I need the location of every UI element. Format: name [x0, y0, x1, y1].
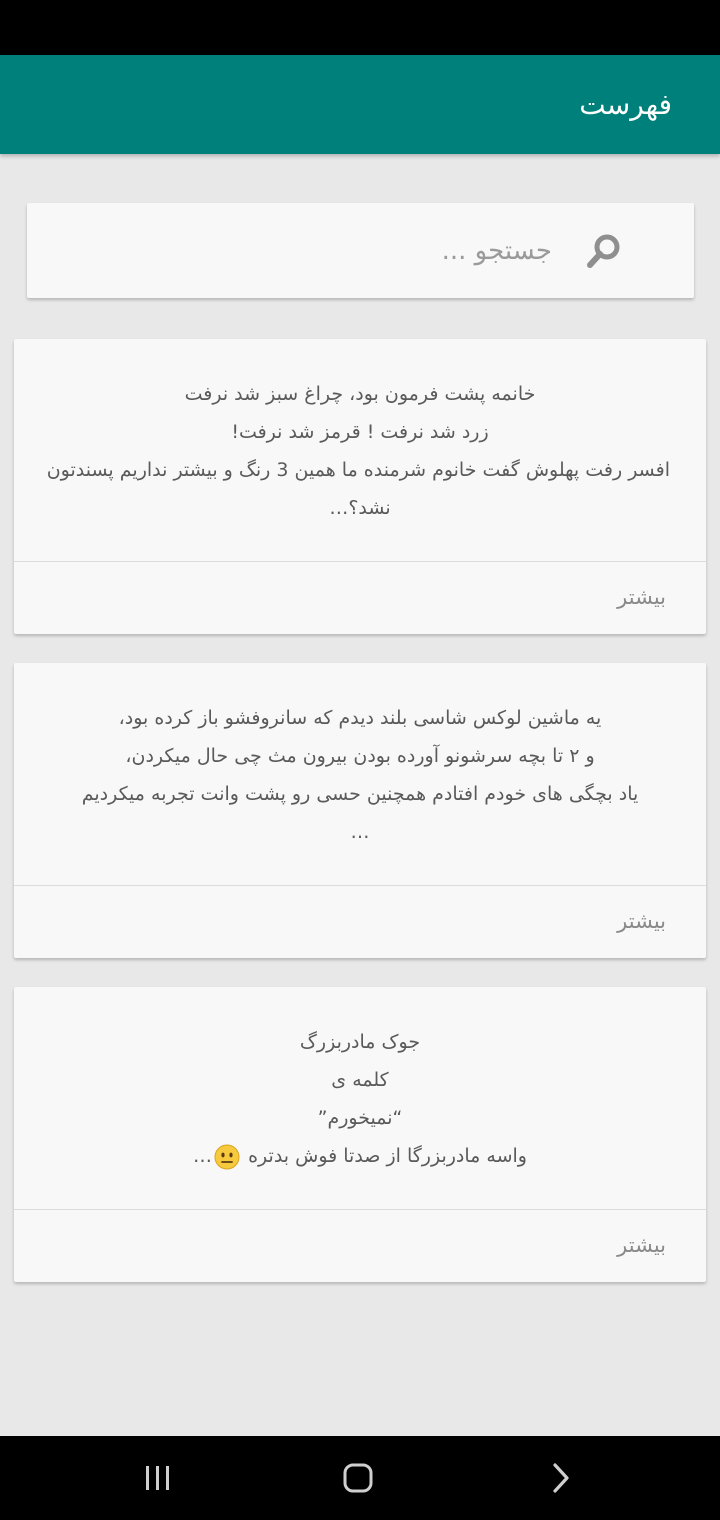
search-icon[interactable] [584, 231, 624, 271]
joke-text: یه ماشین لوکس شاسی بلند دیدم که سانروفشو… [14, 663, 706, 885]
system-nav-bar [0, 1436, 720, 1520]
joke-line: جوک مادربزرگ [299, 1031, 421, 1053]
joke-line: نشد؟… [329, 497, 391, 519]
search-input[interactable] [112, 225, 552, 277]
joke-line: خانمه پشت فرمون بود، چراغ سبز شد نرفت [184, 383, 536, 405]
joke-line: و ۲ تا بچه سرشونو آورده بودن بیرون مث چی… [125, 745, 595, 767]
more-button[interactable]: بیشتر [617, 906, 666, 936]
joke-card: خانمه پشت فرمون بود، چراغ سبز شد نرفت زر… [14, 339, 706, 634]
joke-line: زرد شد نرفت ! قرمز شد نرفت! [231, 421, 489, 443]
joke-line: کلمه ی [331, 1069, 389, 1091]
app-bar: فهرست [0, 55, 720, 154]
joke-line: یاد بچگی های خودم افتادم همچنین حسی رو پ… [81, 783, 639, 805]
page-title: فهرست [579, 88, 672, 121]
more-button[interactable]: بیشتر [617, 582, 666, 612]
recents-icon[interactable] [134, 1454, 182, 1502]
card-divider [14, 1209, 706, 1210]
joke-card: جوک مادربزرگ کلمه ی “نمیخورم” واسه مادرب… [14, 987, 706, 1282]
search-box [27, 203, 694, 298]
joke-line: واسه مادربزرگا از صدتا فوش بدتره … [50, 1137, 670, 1175]
joke-line-text: واسه مادربزرگا از صدتا فوش بدتره [248, 1145, 527, 1167]
back-icon[interactable] [536, 1454, 584, 1502]
joke-card: یه ماشین لوکس شاسی بلند دیدم که سانروفشو… [14, 663, 706, 958]
card-divider [14, 885, 706, 886]
joke-line-ellipsis: … [193, 1145, 213, 1167]
joke-text: خانمه پشت فرمون بود، چراغ سبز شد نرفت زر… [14, 339, 706, 561]
more-button[interactable]: بیشتر [617, 1230, 666, 1260]
joke-line: … [350, 821, 370, 843]
joke-line: یه ماشین لوکس شاسی بلند دیدم که سانروفشو… [118, 707, 602, 729]
neutral-face-emoji-icon [214, 1144, 240, 1169]
card-divider [14, 561, 706, 562]
joke-line: “نمیخورم” [317, 1107, 403, 1129]
home-icon[interactable] [334, 1454, 382, 1502]
joke-text: جوک مادربزرگ کلمه ی “نمیخورم” واسه مادرب… [14, 987, 706, 1209]
status-bar [0, 0, 720, 55]
joke-line: افسر رفت پهلوش گفت خانوم شرمنده ما همین … [46, 459, 670, 481]
